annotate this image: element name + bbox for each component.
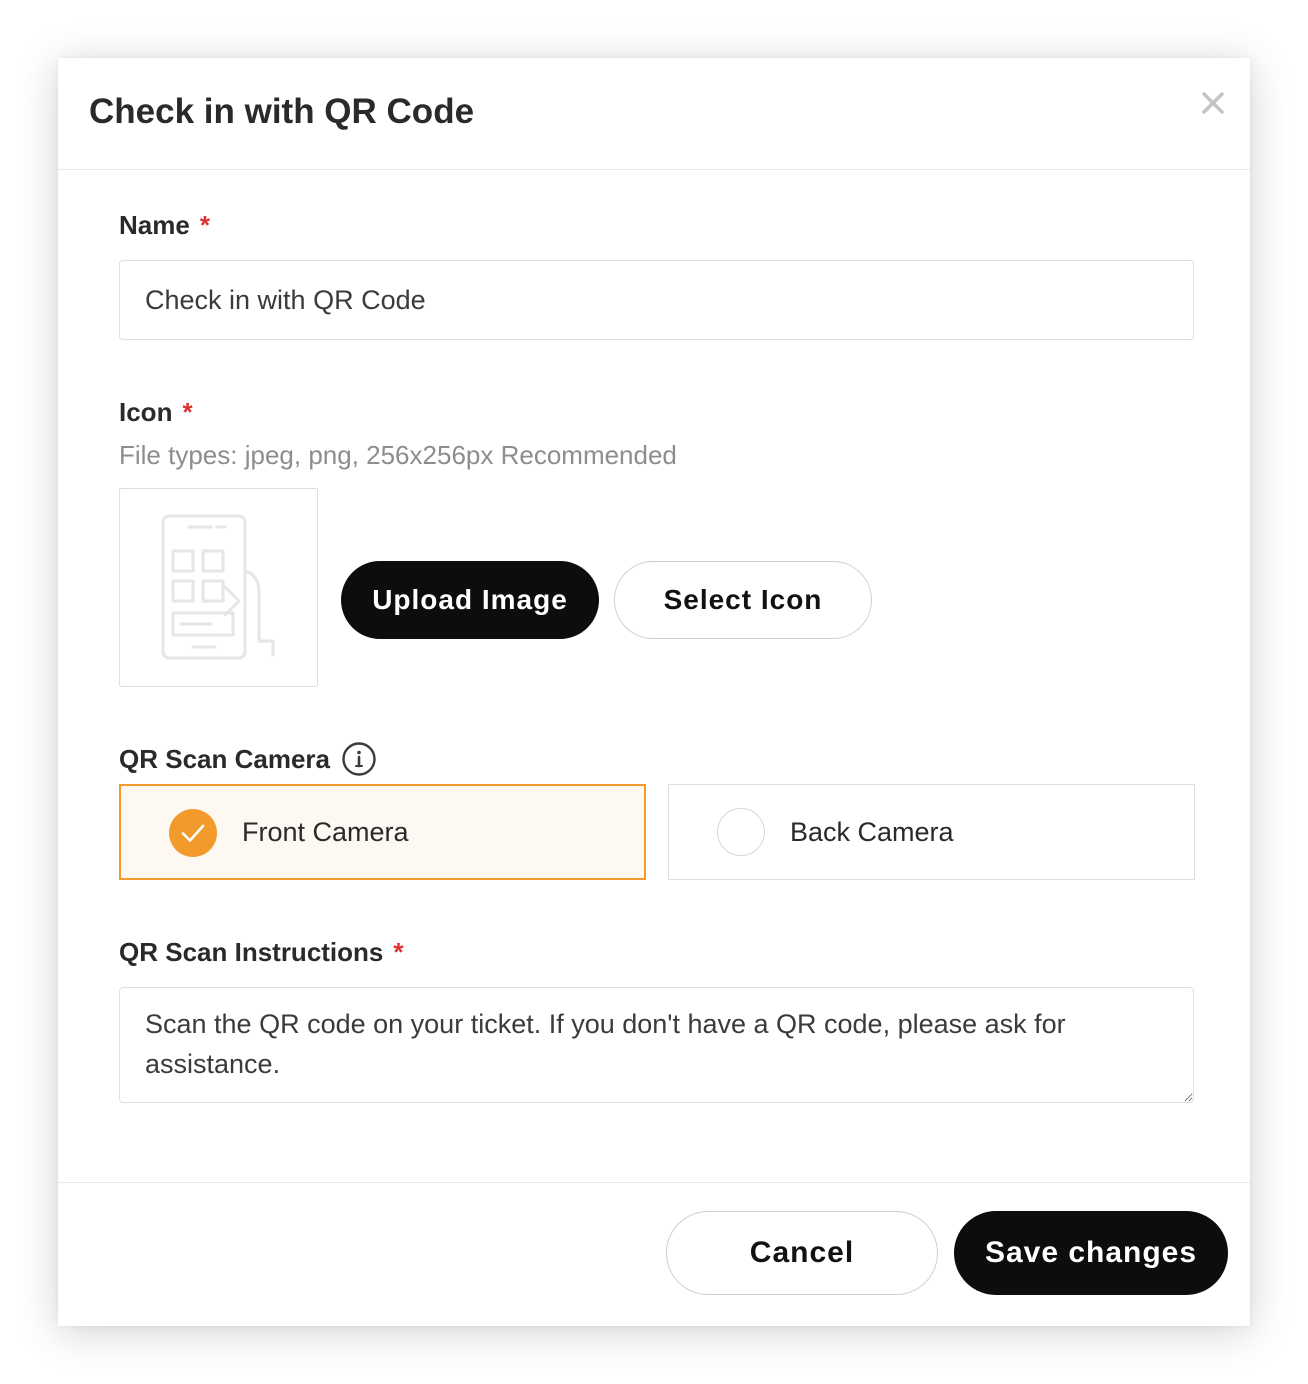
modal-header: Check in with QR Code [58, 58, 1250, 170]
name-label: Name * [119, 210, 210, 241]
info-icon[interactable] [341, 741, 377, 777]
instructions-label-text: QR Scan Instructions [119, 937, 384, 967]
front-camera-option[interactable]: Front Camera [119, 784, 646, 880]
instructions-textarea[interactable]: Scan the QR code on your ticket. If you … [119, 987, 1194, 1103]
check-in-modal: Check in with QR Code Name * Icon * File t… [58, 58, 1250, 1326]
camera-label: QR Scan Camera [119, 744, 330, 774]
select-icon-button[interactable]: Select Icon [614, 561, 872, 639]
required-mark: * [182, 397, 193, 427]
required-mark: * [199, 210, 210, 240]
back-camera-option[interactable]: Back Camera [668, 784, 1195, 880]
save-changes-button[interactable]: Save changes [954, 1211, 1228, 1295]
close-icon[interactable] [1198, 88, 1228, 118]
name-input[interactable] [119, 260, 1194, 340]
name-label-text: Name [119, 210, 190, 240]
cancel-button[interactable]: Cancel [666, 1211, 938, 1295]
front-camera-radio[interactable] [169, 809, 217, 857]
qr-kiosk-icon [161, 514, 275, 660]
modal-title: Check in with QR Code [89, 92, 475, 131]
front-camera-label: Front Camera [242, 816, 409, 847]
info-icon-glyph [342, 742, 376, 776]
icon-preview [119, 488, 318, 687]
icon-label: Icon * [119, 397, 193, 428]
icon-label-text: Icon [119, 397, 173, 427]
back-camera-label: Back Camera [790, 816, 954, 847]
upload-image-button[interactable]: Upload Image [341, 561, 599, 639]
back-camera-radio[interactable] [717, 808, 765, 856]
check-icon [181, 824, 205, 842]
file-types-hint: File types: jpeg, png, 256x256px Recomme… [119, 440, 677, 470]
instructions-label: QR Scan Instructions * [119, 937, 404, 968]
modal-footer: Cancel Save changes [58, 1182, 1250, 1326]
close-icon-glyph [1202, 92, 1224, 114]
required-mark: * [393, 937, 404, 967]
